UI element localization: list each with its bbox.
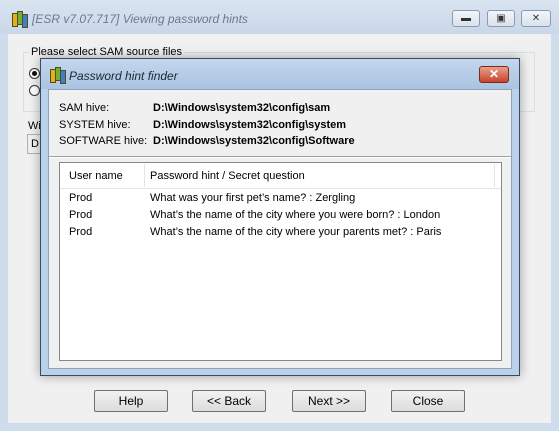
minimize-button[interactable]: ▬ <box>452 10 480 27</box>
list-item[interactable]: Prod What was your first pet’s name? : Z… <box>60 190 501 207</box>
list-item[interactable]: Prod What’s the name of the city where y… <box>60 207 501 224</box>
column-divider[interactable] <box>144 164 145 187</box>
column-password-hint[interactable]: Password hint / Secret question <box>150 170 305 182</box>
row-user: Prod <box>69 209 93 221</box>
maximize-icon: ▣ <box>496 13 506 24</box>
software-hive-label: SOFTWARE hive: <box>59 135 148 147</box>
row-hint: What’s the name of the city where your p… <box>150 226 442 238</box>
windows-folder-value: D <box>31 138 39 150</box>
source-radio-2[interactable] <box>29 85 40 96</box>
sam-hive-value: D:\Windows\system32\config\sam <box>153 102 331 114</box>
dialog-app-icon <box>50 67 66 84</box>
help-button[interactable]: Help <box>94 390 168 412</box>
main-titlebar[interactable]: [ESR v7.07.717] Viewing password hints ▬… <box>0 0 559 34</box>
sam-hive-label: SAM hive: <box>59 102 110 114</box>
dialog-close-button[interactable]: ✕ <box>479 66 509 83</box>
row-hint: What was your first pet’s name? : Zergli… <box>150 192 356 204</box>
close-button[interactable]: Close <box>391 390 465 412</box>
close-icon: ✕ <box>531 13 541 24</box>
row-hint: What’s the name of the city where you we… <box>150 209 441 221</box>
separator <box>49 156 511 158</box>
software-hive-value: D:\Windows\system32\config\Software <box>153 135 355 147</box>
main-window: [ESR v7.07.717] Viewing password hints ▬… <box>0 0 559 431</box>
dialog-titlebar[interactable]: Password hint finder ✕ <box>41 59 519 89</box>
source-radio-1[interactable] <box>29 68 40 79</box>
sam-source-group-label: Please select SAM source files <box>29 46 185 58</box>
dialog-title: Password hint finder <box>69 69 178 83</box>
system-hive-label: SYSTEM hive: <box>59 119 131 131</box>
close-window-button[interactable]: ✕ <box>521 10 551 27</box>
column-divider[interactable] <box>494 164 495 187</box>
windows-folder-label: Wi <box>28 120 41 132</box>
list-header: User name Password hint / Secret questio… <box>60 163 501 189</box>
window-title: [ESR v7.07.717] Viewing password hints <box>32 12 248 26</box>
next-button[interactable]: Next >> <box>292 390 366 412</box>
back-button[interactable]: << Back <box>192 390 266 412</box>
password-hint-dialog: Password hint finder ✕ SAM hive: D:\Wind… <box>40 58 520 376</box>
list-item[interactable]: Prod What’s the name of the city where y… <box>60 224 501 241</box>
app-icon <box>12 11 28 28</box>
maximize-button[interactable]: ▣ <box>487 10 515 27</box>
hint-list[interactable]: User name Password hint / Secret questio… <box>59 162 502 361</box>
row-user: Prod <box>69 192 93 204</box>
dialog-client-area: SAM hive: D:\Windows\system32\config\sam… <box>48 89 512 369</box>
row-user: Prod <box>69 226 93 238</box>
close-icon: ✕ <box>488 67 500 81</box>
column-user-name[interactable]: User name <box>69 170 123 182</box>
minimize-icon: ▬ <box>461 13 471 24</box>
system-hive-value: D:\Windows\system32\config\system <box>153 119 347 131</box>
